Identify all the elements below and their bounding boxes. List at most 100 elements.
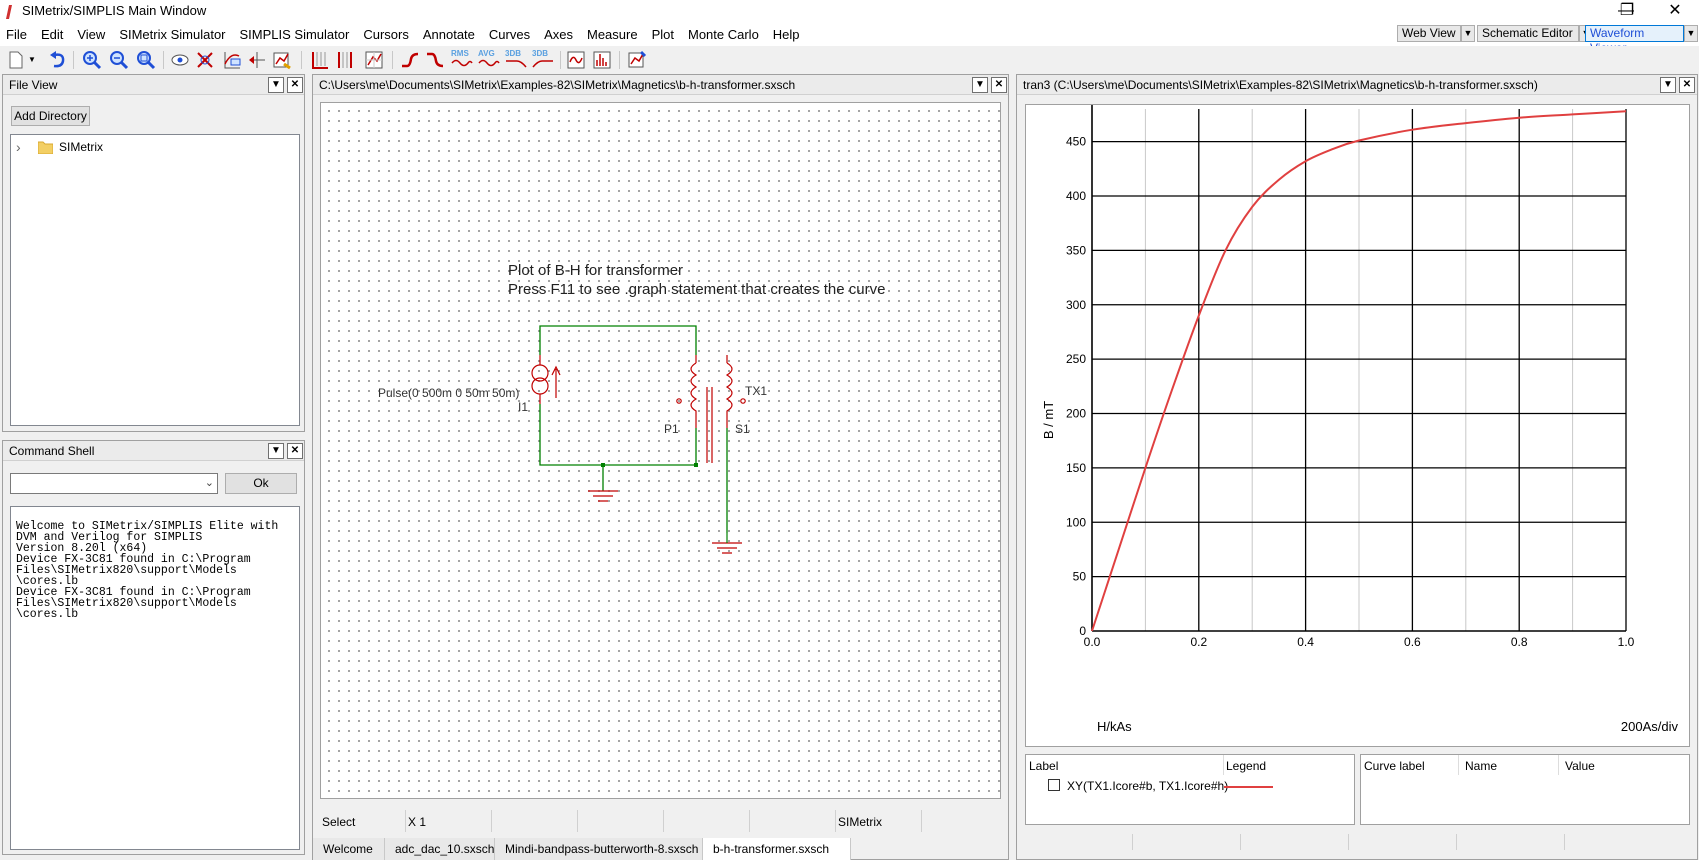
cursor-fall-icon[interactable] [425, 50, 445, 70]
menu-annotate[interactable]: Annotate [416, 24, 482, 46]
ground-symbol[interactable] [712, 533, 742, 554]
schematic-canvas[interactable]: Plot of B-H for transformer Press F11 to… [320, 102, 1001, 799]
menu-curves[interactable]: Curves [482, 24, 537, 46]
primary-ref-label[interactable]: P1 [664, 422, 679, 436]
3db-low-icon[interactable]: 3DB [505, 50, 527, 70]
new-file-icon[interactable] [6, 50, 26, 70]
panel-menu-icon[interactable]: ▼ [268, 443, 284, 459]
zoom-out-icon[interactable] [109, 50, 129, 70]
y-tick-label: 300 [1066, 298, 1086, 312]
cursor-header-curve-label: Curve label [1364, 759, 1425, 773]
menu-view[interactable]: View [70, 24, 112, 46]
cursor-header-name: Name [1465, 759, 1498, 773]
web-view-button[interactable]: Web View [1397, 25, 1461, 42]
command-shell-title: Command Shell [3, 441, 304, 461]
x-tick-label: 1.0 [1618, 635, 1635, 649]
menu-edit[interactable]: Edit [34, 24, 70, 46]
cursor-rise-icon[interactable] [400, 50, 420, 70]
waveform-viewer-button[interactable]: Waveform Viewer [1585, 25, 1684, 55]
expand-chevron-icon[interactable]: › [16, 139, 21, 155]
menu-help[interactable]: Help [766, 24, 807, 46]
panel-close-icon[interactable]: ✕ [287, 443, 303, 459]
annotation-line-1[interactable]: Plot of B-H for transformer [508, 262, 683, 279]
menu-file[interactable]: File [0, 24, 34, 46]
x-tick-label: 0.2 [1190, 635, 1207, 649]
fourier-icon[interactable] [566, 50, 586, 70]
legend-checkbox[interactable] [1048, 779, 1060, 791]
tab-b-h-transformer[interactable]: b-h-transformer.sxsch [703, 838, 851, 860]
bh-curve-chart[interactable]: 0.0 0.2 0.4 0.6 0.8 1.0 0 50 100 150 200 250 300 350 4… [1025, 104, 1690, 747]
zoom-in-icon[interactable] [82, 50, 102, 70]
tab-adc-dac[interactable]: adc_dac_10.sxsch [385, 838, 495, 860]
spectrum-icon[interactable] [592, 50, 612, 70]
schematic-editor-button[interactable]: Schematic Editor [1477, 25, 1579, 42]
tab-mindi-bandpass[interactable]: Mindi-bandpass-butterworth-8.sxsch [495, 838, 703, 860]
grid-icon[interactable] [310, 50, 330, 70]
x-axis-div-label: 200As/div [1621, 719, 1679, 734]
new-graph-icon[interactable] [272, 50, 292, 70]
waveform-title: tran3 (C:\Users\me\Documents\SIMetrix\Ex… [1017, 75, 1697, 95]
ground-symbol[interactable] [588, 490, 618, 502]
panel-menu-icon[interactable]: ▼ [972, 77, 988, 93]
delete-curve-icon[interactable] [195, 50, 215, 70]
menu-axes[interactable]: Axes [537, 24, 580, 46]
transformer-tx1[interactable] [676, 355, 746, 463]
undo-icon[interactable] [48, 50, 68, 70]
tree-item-simetrix[interactable]: › SIMetrix [14, 139, 274, 157]
panel-close-icon[interactable]: ✕ [287, 77, 303, 93]
command-input[interactable]: ⌄ [10, 473, 218, 494]
chevron-down-icon[interactable]: ⌄ [205, 476, 214, 489]
tab-welcome[interactable]: Welcome [313, 838, 385, 860]
add-axis-icon[interactable] [247, 50, 267, 70]
menu-simetrix-simulator[interactable]: SIMetrix Simulator [112, 24, 232, 46]
panel-menu-icon[interactable]: ▼ [1660, 77, 1676, 93]
legend-swatch [1224, 786, 1273, 788]
file-view-panel: File View ▼ ✕ Add Directory › SIMetrix [2, 74, 305, 432]
add-directory-button[interactable]: Add Directory [11, 106, 90, 126]
annotation-line-2[interactable]: Press F11 to see .graph statement that c… [508, 281, 885, 298]
x-tick-label: 0.6 [1404, 635, 1421, 649]
panel-close-icon[interactable]: ✕ [1679, 77, 1695, 93]
web-view-dropdown[interactable]: ▼ [1461, 25, 1475, 42]
source-ref-label[interactable]: I1 [518, 400, 528, 414]
zoom-fit-icon[interactable] [136, 50, 156, 70]
x-tick-label: 0.0 [1084, 635, 1101, 649]
menu-cursors[interactable]: Cursors [356, 24, 416, 46]
grid-lines-icon[interactable] [335, 50, 355, 70]
menu-plot[interactable]: Plot [645, 24, 681, 46]
new-dropdown-icon[interactable]: ▼ [28, 50, 38, 70]
3db-high-icon[interactable]: 3DB [532, 50, 554, 70]
panel-close-icon[interactable]: ✕ [991, 77, 1007, 93]
legend-entry-label[interactable]: XY(TX1.Icore#b, TX1.Icore#h) [1067, 779, 1228, 793]
y-tick-label: 50 [1073, 570, 1087, 584]
close-window-button[interactable]: ✕ [1652, 0, 1698, 24]
toolbar: ▼ RMS AVG 3DB 3DB [0, 46, 1699, 74]
y-tick-label: 350 [1066, 243, 1086, 257]
chart-properties-icon[interactable] [364, 50, 384, 70]
command-shell-panel: Command Shell ▼ ✕ ⌄ Ok Welcome to SIMetr… [2, 440, 305, 855]
restore-button[interactable]: ❐ [1604, 0, 1650, 24]
secondary-ref-label[interactable]: S1 [735, 422, 750, 436]
eye-icon[interactable] [170, 50, 190, 70]
panel-menu-icon[interactable]: ▼ [268, 77, 284, 93]
y-tick-label: 250 [1066, 352, 1086, 366]
chart-ticks: 0.0 0.2 0.4 0.6 0.8 1.0 0 50 100 150 200 250 300 350 4… [1066, 135, 1635, 649]
tree-item-label: SIMetrix [59, 140, 104, 154]
open-graph-icon[interactable] [627, 50, 647, 70]
waveform-viewer-dropdown[interactable]: ▼ [1684, 25, 1698, 42]
menu-measure[interactable]: Measure [580, 24, 645, 46]
avg-measure-icon[interactable]: AVG [478, 50, 500, 70]
legend-panel: Label Legend XY(TX1.Icore#b, TX1.Icore#h… [1025, 754, 1355, 825]
source-value-label[interactable]: Pulse(0 500m 0 50m 50m) [378, 386, 519, 400]
label-curve-icon[interactable] [222, 50, 242, 70]
transformer-ref-label[interactable]: TX1 [745, 384, 767, 398]
rms-measure-icon[interactable]: RMS [451, 50, 473, 70]
output-line: \cores.lb [16, 608, 79, 621]
y-tick-label: 450 [1066, 135, 1086, 149]
menu-simplis-simulator[interactable]: SIMPLIS Simulator [233, 24, 357, 46]
x-axis-label: H/kAs [1097, 719, 1132, 734]
current-source-i1[interactable] [531, 355, 561, 404]
y-axis-label: B / mT [1041, 401, 1056, 439]
ok-button[interactable]: Ok [225, 473, 297, 494]
menu-monte-carlo[interactable]: Monte Carlo [681, 24, 766, 46]
